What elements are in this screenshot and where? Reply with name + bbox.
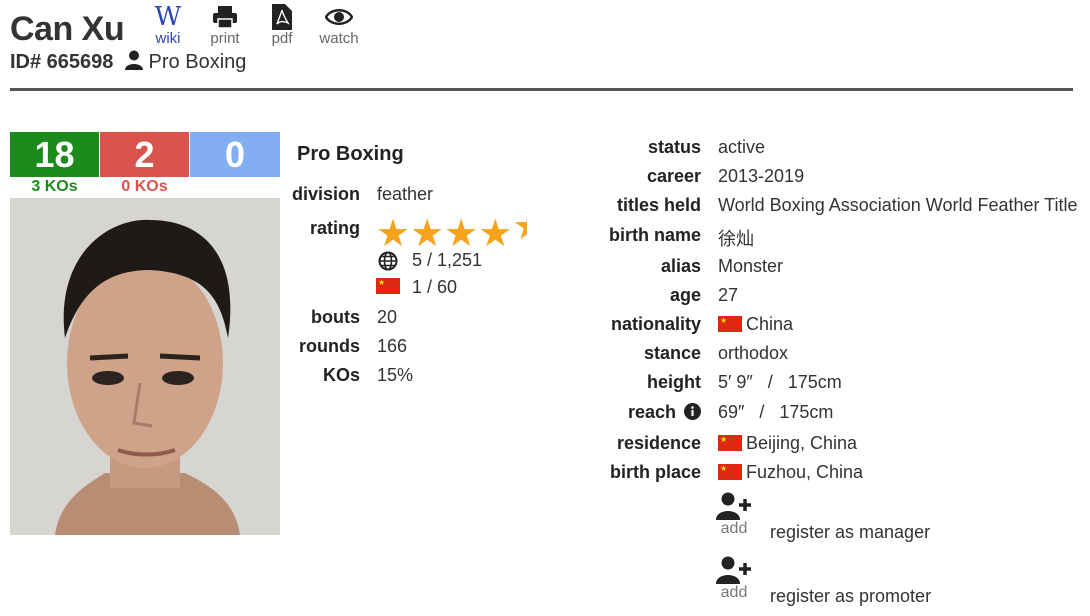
reach-value: 69″ / 175cm [718,402,834,422]
division-value: feather [377,184,434,204]
china-flag-icon [718,464,742,480]
pdf-label: pdf [271,30,293,47]
globe-icon [378,251,398,276]
star-icon: ★ [444,213,479,248]
wins-box[interactable]: 18 [10,132,99,177]
rating-stars: ★★★★★ [376,208,528,248]
bouts-label: bouts [311,307,360,327]
birth-name-label: birth name [608,225,701,245]
add-manager-button[interactable]: add [714,492,754,538]
stance-label: stance [643,343,701,363]
alias-value: Monster [718,256,784,276]
wiki-label: wiki [155,30,181,47]
bouts-value: 20 [377,307,398,327]
nationality-value: China [718,314,793,335]
country-rank[interactable]: 1 / 60 [412,277,457,298]
add-label: add [720,584,748,601]
pdf-link[interactable]: pdf [257,4,307,47]
print-label: print [210,30,240,47]
career-value: 2013-2019 [718,166,805,186]
eye-icon [314,4,364,30]
residence-value: Beijing, China [718,433,857,454]
rating-label: rating [309,218,360,238]
register-promoter-link[interactable]: register as promoter [770,586,931,607]
kos-value: 15% [377,365,414,385]
reach-label: reach [627,402,676,422]
birth-place-text: Fuzhou, China [746,462,864,482]
china-flag-icon [718,435,742,451]
register-manager-link[interactable]: register as manager [770,522,930,543]
info-icon[interactable] [684,403,701,425]
residence-label: residence [616,433,701,453]
boxer-id: ID# 665698 [10,51,114,73]
division-label: division [291,184,360,204]
world-rank[interactable]: 5 / 1,251 [412,250,482,271]
star-icon: ★ [410,213,445,248]
birth-place-label: birth place [609,462,701,482]
header-divider [10,88,1073,91]
age-value: 27 [718,285,739,305]
sport-label: Pro Boxing [148,51,247,73]
nationality-label: nationality [610,314,701,334]
user-plus-icon [716,492,751,520]
nationality-text: China [746,314,794,334]
china-flag-icon [718,316,742,332]
residence-text: Beijing, China [746,433,858,453]
pdf-icon [257,4,307,30]
alias-label: alias [660,256,701,276]
birth-name-value: 徐灿 [718,229,754,250]
add-label: add [720,520,748,537]
height-label: height [647,372,701,392]
birth-place-value: Fuzhou, China [718,462,863,483]
print-link[interactable]: print [200,4,250,47]
career-label: career [646,166,701,186]
titles-value[interactable]: World Boxing Association World Feather T… [718,195,1078,216]
half-star-icon: ★ [512,208,527,246]
age-label: age [669,285,701,305]
star-icon: ★ [478,213,513,248]
boxer-photo [10,198,280,535]
china-flag-icon [376,278,404,297]
wiki-link[interactable]: W wiki [143,4,193,47]
draws-box[interactable]: 0 [190,132,280,177]
user-icon [124,50,143,76]
rounds-value: 166 [377,336,408,356]
losses-box[interactable]: 2 [100,132,189,177]
add-promoter-button[interactable]: add [714,556,754,602]
wins-kos: 3 KOs [31,178,78,195]
status-label: status [647,137,701,157]
status-value: active [718,137,766,157]
star-icon: ★ [376,213,411,248]
rounds-label: rounds [299,336,360,356]
printer-icon [200,4,250,30]
user-plus-icon [716,556,751,584]
stance-value: orthodox [718,343,789,363]
titles-label: titles held [616,195,701,215]
watch-label: watch [319,30,359,47]
watch-link[interactable]: watch [314,4,364,47]
id-line: ID# 665698 Pro Boxing [10,50,246,76]
height-value: 5′ 9″ / 175cm [718,372,842,392]
losses-kos: 0 KOs [121,178,168,195]
wikipedia-icon: W [154,2,182,32]
kos-label: KOs [322,365,360,385]
section-title: Pro Boxing [297,143,404,165]
boxer-name: Can Xu [10,10,125,48]
